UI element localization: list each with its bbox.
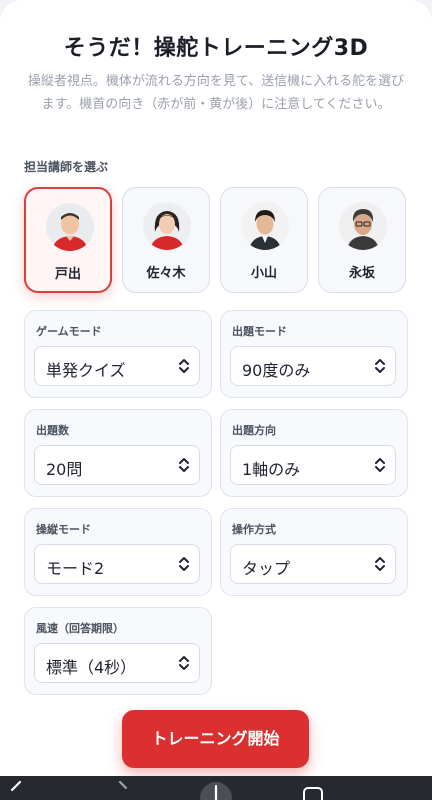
training-setup-card: そうだ！操舵トレーニング3D 操縦者視点。機体が流れる方向を見て、送信機に入れる… (0, 0, 432, 800)
wind-speed-select[interactable]: 標準（4秒） (34, 643, 200, 683)
operation-method-setting: 操作方式 タップ (220, 508, 408, 596)
question-count-label: 出題数 (36, 424, 69, 437)
select-chevron-icon (375, 557, 385, 571)
question-direction-setting: 出題方向 1軸のみ (220, 409, 408, 497)
question-direction-value: 1軸のみ (242, 460, 301, 479)
wind-speed-label: 風速（回答期限） (36, 622, 124, 635)
instructor-section-label: 担当講師を選ぶ (24, 160, 109, 174)
forward-arrow-icon[interactable] (112, 776, 134, 800)
question-mode-label: 出題モード (232, 325, 287, 338)
operation-method-label: 操作方式 (232, 523, 276, 536)
question-direction-select[interactable]: 1軸のみ (230, 445, 396, 485)
operation-method-value: タップ (242, 559, 291, 578)
control-mode-setting: 操縦モード モード2 (24, 508, 212, 596)
question-direction-label: 出題方向 (232, 424, 276, 437)
select-chevron-icon (375, 359, 385, 373)
instructor-card-koyama[interactable]: 小山 (220, 187, 308, 293)
question-count-value: 20問 (46, 460, 83, 479)
avatar-todei-icon (46, 203, 94, 251)
instructor-list: 戸出 佐々木 小山 永坂 (24, 187, 408, 293)
start-training-button[interactable]: トレーニング開始 (122, 710, 309, 768)
select-chevron-icon (179, 656, 189, 670)
operation-method-select[interactable]: タップ (230, 544, 396, 584)
avatar-sasaki-icon (143, 202, 191, 250)
avatar-koyama-icon (241, 202, 289, 250)
control-mode-select[interactable]: モード2 (34, 544, 200, 584)
new-tab-icon[interactable] (196, 776, 236, 800)
select-chevron-icon (179, 458, 189, 472)
instructor-name: 佐々木 (146, 266, 186, 281)
page-description: 操縦者視点。機体が流れる方向を見て、送信機に入れる舵を選びます。機首の向き（赤が… (27, 74, 405, 112)
wind-speed-setting: 風速（回答期限） 標準（4秒） (24, 607, 212, 695)
instructor-card-nagasaka[interactable]: 永坂 (318, 187, 406, 293)
question-mode-setting: 出題モード 90度のみ (220, 310, 408, 398)
question-mode-value: 90度のみ (242, 361, 311, 380)
instructor-card-todei[interactable]: 戸出 (24, 187, 112, 293)
select-chevron-icon (179, 359, 189, 373)
control-mode-value: モード2 (46, 559, 105, 578)
game-mode-value: 単発クイズ (46, 361, 126, 380)
game-mode-select[interactable]: 単発クイズ (34, 346, 200, 386)
page-title: そうだ！操舵トレーニング3D (63, 36, 369, 61)
system-nav-bar (0, 776, 432, 800)
select-chevron-icon (179, 557, 189, 571)
back-arrow-icon[interactable] (6, 776, 28, 800)
game-mode-setting: ゲームモード 単発クイズ (24, 310, 212, 398)
control-mode-label: 操縦モード (36, 523, 91, 536)
instructor-card-sasaki[interactable]: 佐々木 (122, 187, 210, 293)
wind-speed-value: 標準（4秒） (46, 658, 137, 677)
question-count-select[interactable]: 20問 (34, 445, 200, 485)
question-mode-select[interactable]: 90度のみ (230, 346, 396, 386)
question-count-setting: 出題数 20問 (24, 409, 212, 497)
select-chevron-icon (375, 458, 385, 472)
game-mode-label: ゲームモード (36, 325, 102, 338)
instructor-name: 小山 (250, 266, 277, 281)
instructor-name: 永坂 (348, 266, 375, 281)
tabs-icon[interactable] (300, 776, 328, 800)
instructor-name: 戸出 (54, 267, 81, 282)
avatar-nagasaka-icon (339, 202, 387, 250)
